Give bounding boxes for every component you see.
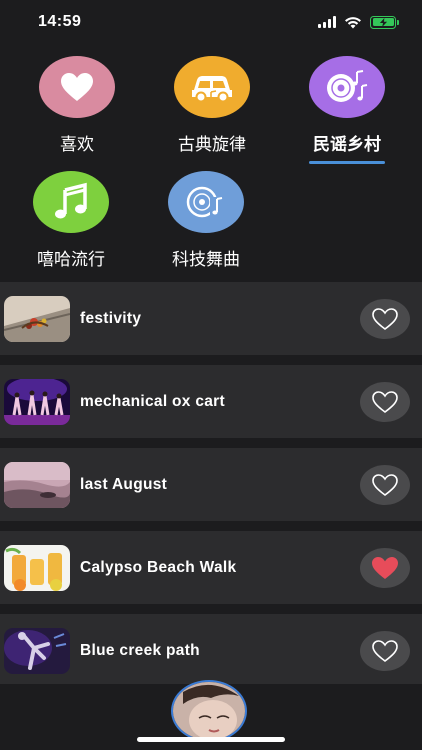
- home-indicator: [137, 737, 285, 742]
- category-hiphop-pop[interactable]: 嘻哈流行: [16, 171, 126, 270]
- battery-icon: [370, 15, 399, 29]
- song-row[interactable]: mechanical ox cart: [0, 365, 422, 438]
- song-row[interactable]: festivity: [0, 282, 422, 355]
- category-classical[interactable]: 古典旋律: [157, 56, 267, 155]
- song-title: last August: [80, 475, 168, 493]
- heart-outline-icon: [372, 307, 398, 330]
- heart-filled-icon: [372, 556, 398, 579]
- category-label: 嘻哈流行: [37, 250, 105, 270]
- category-like-circle: [39, 56, 115, 118]
- category-label: 科技舞曲: [172, 250, 240, 270]
- heart-outline-icon: [372, 473, 398, 496]
- song-artwork: [4, 544, 70, 591]
- song-title: Blue creek path: [80, 641, 200, 659]
- song-row[interactable]: last August: [0, 448, 422, 521]
- song-row[interactable]: Calypso Beach Walk: [0, 531, 422, 604]
- song-artwork: [4, 378, 70, 425]
- song-artwork: [4, 461, 70, 508]
- cd-music-icon: [186, 186, 224, 218]
- category-folk-country[interactable]: 民谣乡村: [292, 56, 402, 164]
- active-category-indicator: [309, 161, 385, 164]
- category-label: 民谣乡村: [313, 135, 381, 155]
- song-artwork: [4, 295, 70, 342]
- song-artwork: [4, 627, 70, 674]
- heart-outline-icon: [372, 639, 398, 662]
- category-techno-dance-circle: [168, 171, 244, 233]
- category-like[interactable]: 喜欢: [22, 56, 132, 155]
- heart-outline-icon: [372, 390, 398, 413]
- heart-icon: [61, 73, 93, 101]
- like-button[interactable]: [360, 464, 410, 505]
- category-techno-dance[interactable]: 科技舞曲: [151, 171, 261, 270]
- now-playing-artwork[interactable]: [171, 680, 247, 742]
- cellular-signal-icon: [318, 16, 336, 28]
- car-music-icon: [192, 76, 232, 103]
- category-label: 喜欢: [60, 135, 94, 155]
- song-title: festivity: [80, 309, 142, 327]
- like-button[interactable]: [360, 298, 410, 339]
- status-bar: 14:59: [0, 0, 422, 48]
- vinyl-music-icon: [327, 70, 368, 102]
- wifi-icon: [345, 16, 361, 28]
- category-hiphop-pop-circle: [33, 171, 109, 233]
- category-label: 古典旋律: [178, 135, 246, 155]
- like-button[interactable]: [360, 630, 410, 671]
- like-button[interactable]: [360, 381, 410, 422]
- status-indicators: [318, 15, 399, 29]
- song-title: mechanical ox cart: [80, 392, 225, 410]
- status-time: 14:59: [38, 13, 82, 30]
- song-title: Calypso Beach Walk: [80, 558, 237, 576]
- song-row[interactable]: Blue creek path: [0, 614, 422, 687]
- like-button-active[interactable]: [360, 547, 410, 588]
- music-note-icon: [55, 182, 87, 219]
- category-classical-circle: [174, 56, 250, 118]
- category-folk-country-circle: [309, 56, 385, 118]
